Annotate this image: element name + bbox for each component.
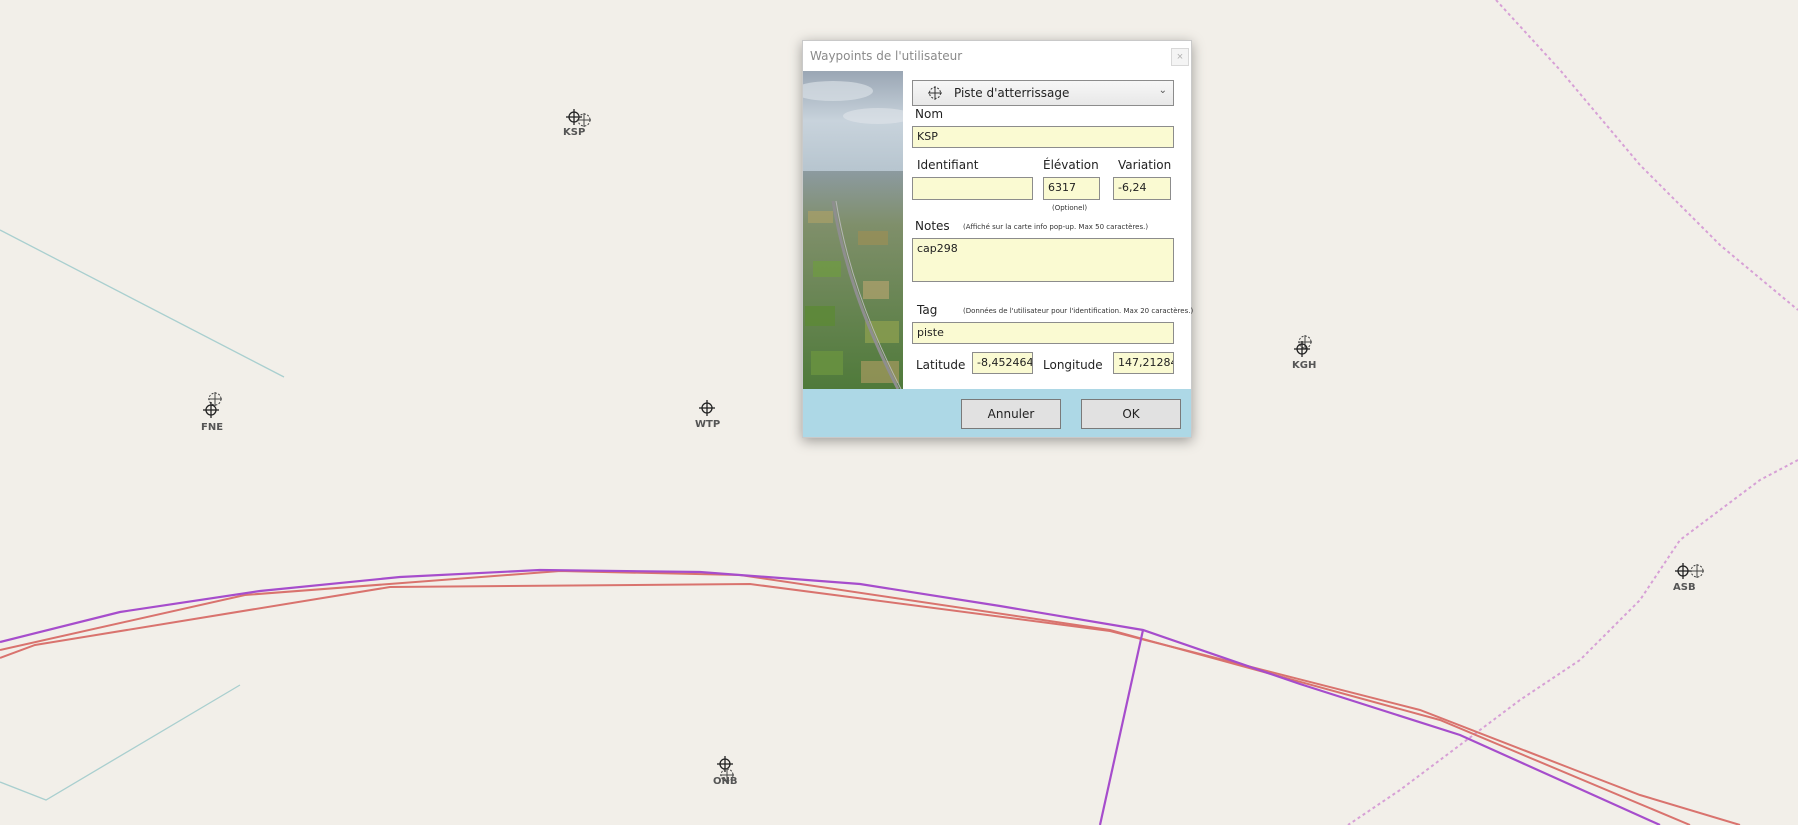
identifier-input[interactable]	[912, 177, 1033, 200]
waypoint-ksp[interactable]: KSP	[563, 108, 592, 138]
waypoint-label: KGH	[1292, 360, 1316, 371]
longitude-input[interactable]: 147,212848	[1113, 352, 1174, 374]
waypoint-label: WTP	[695, 419, 720, 430]
user-waypoints-dialog: Waypoints de l'utilisateur × Piste d'att…	[802, 40, 1194, 438]
latitude-input[interactable]: -8,452464170	[972, 352, 1033, 374]
cancel-button[interactable]: Annuler	[961, 399, 1061, 429]
dialog-titlebar[interactable]: Waypoints de l'utilisateur ×	[803, 41, 1191, 71]
tag-hint: (Données de l'utilisateur pour l'identif…	[963, 307, 1194, 315]
waypoint-kgh[interactable]: KGH	[1292, 334, 1316, 371]
waypoint-label: ASB	[1673, 582, 1696, 593]
identifier-label: Identifiant	[917, 158, 979, 172]
runway-crosshair-icon	[928, 86, 942, 100]
airspace-boundary	[1347, 0, 1798, 825]
optional-hint: (Optionel)	[1052, 204, 1088, 212]
waypoint-fne[interactable]: FNE	[201, 391, 223, 433]
name-input[interactable]: KSP	[912, 126, 1174, 148]
longitude-label: Longitude	[1043, 358, 1103, 372]
ok-button[interactable]: OK	[1081, 399, 1181, 429]
waypoint-label: KSP	[563, 127, 585, 138]
tag-label: Tag	[917, 303, 938, 317]
waypoint-type-value: Piste d'atterrissage	[954, 86, 1070, 100]
latitude-label: Latitude	[916, 358, 966, 372]
route-purple	[0, 568, 1661, 825]
dialog-footer: Annuler OK	[803, 389, 1191, 437]
tag-input[interactable]: piste	[912, 322, 1174, 344]
variation-label: Variation	[1118, 158, 1172, 172]
elevation-input[interactable]: 6317	[1043, 177, 1100, 200]
waypoint-label: ONB	[713, 776, 738, 787]
dialog-title: Waypoints de l'utilisateur	[810, 49, 963, 63]
waypoint-asb[interactable]: ASB	[1673, 562, 1705, 593]
close-button[interactable]: ×	[1171, 48, 1189, 66]
elevation-label: Élévation	[1043, 158, 1099, 172]
waypoint-type-dropdown[interactable]: Piste d'atterrissage ⌄	[912, 80, 1174, 106]
notes-label: Notes	[915, 219, 950, 233]
name-label: Nom	[915, 107, 944, 121]
waypoint-onb[interactable]: ONB	[713, 755, 738, 787]
notes-textarea[interactable]: cap298	[912, 238, 1174, 282]
waypoint-label: FNE	[201, 422, 223, 433]
variation-input[interactable]: -6,24	[1113, 177, 1171, 200]
notes-hint: (Affiché sur la carte info pop-up. Max 5…	[963, 223, 1149, 231]
chevron-down-icon: ⌄	[1158, 85, 1167, 96]
route-red	[0, 569, 1741, 825]
coastline	[0, 229, 285, 801]
waypoint-wtp[interactable]: WTP	[695, 399, 720, 430]
aerial-landscape-photo	[803, 71, 903, 389]
